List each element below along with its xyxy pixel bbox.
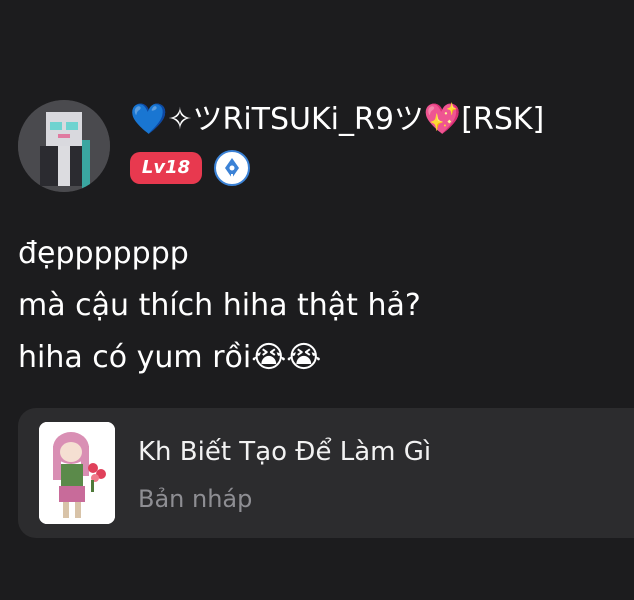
comment-line: mà cậu thích hiha thật hả? xyxy=(18,288,421,323)
draft-card[interactable]: Kh Biết Tạo Để Làm Gì Bản nháp xyxy=(18,408,634,538)
username[interactable]: 💙✧ツRiTSUKi_R9ツ💖[RSK] xyxy=(130,100,544,140)
comment-body: đẹppppppp mà cậu thích hiha thật hả? hih… xyxy=(18,228,421,384)
pen-nib-icon-graphic xyxy=(225,158,239,179)
draft-thumbnail xyxy=(39,422,115,524)
comment-line: đẹppppppp xyxy=(18,236,189,271)
character-image xyxy=(39,422,115,524)
comment-line: hiha có yum rồi😭😭 xyxy=(18,340,322,375)
level-badge: Lv18 xyxy=(130,152,202,184)
avatar[interactable] xyxy=(18,100,110,192)
pen-nib-icon[interactable] xyxy=(214,150,250,186)
draft-status: Bản nháp xyxy=(138,485,253,513)
draft-title: Kh Biết Tạo Để Làm Gì xyxy=(138,437,432,467)
avatar-image xyxy=(18,100,110,192)
